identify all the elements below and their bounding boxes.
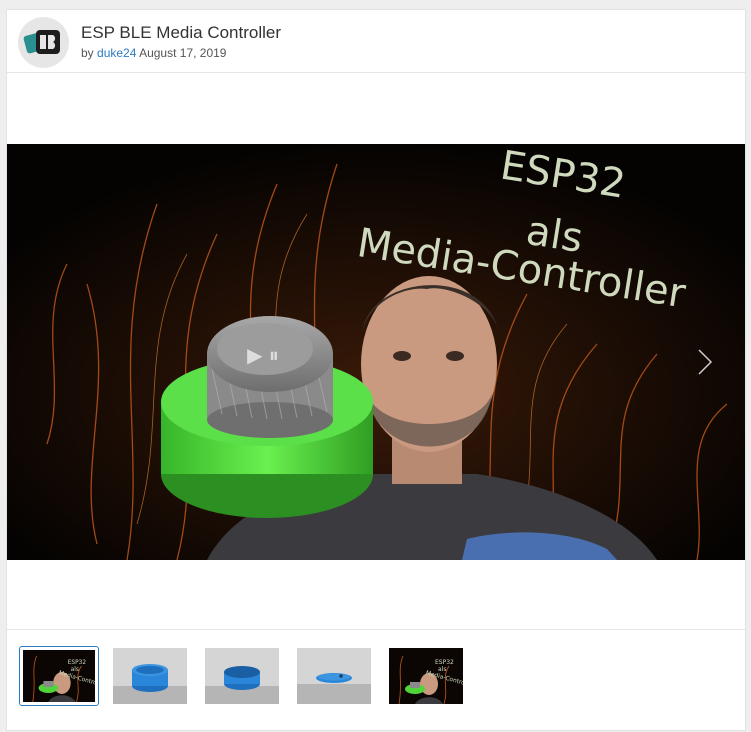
thumbnail-strip: ESP32 als Media-Controller ESP32 als Med… [7, 629, 745, 732]
author-avatar[interactable] [18, 17, 69, 68]
author-link[interactable]: duke24 [97, 46, 136, 60]
publish-date: August 17, 2019 [139, 46, 227, 60]
thumbnail-3[interactable] [205, 648, 279, 704]
thumbnail-image [113, 648, 187, 704]
thumbnail-2[interactable] [113, 648, 187, 704]
card-header: ESP BLE Media Controller by duke24 Augus… [7, 10, 745, 73]
thumbnail-image: ESP32 als Media-Controller [23, 650, 95, 702]
thumbnail-image [297, 648, 371, 704]
button-glyphs: ▶ ⏸ [247, 343, 279, 367]
thumbnail-5[interactable]: ESP32 als Media-Controller [389, 648, 463, 704]
svg-text:ESP32: ESP32 [68, 660, 87, 666]
chevron-right-icon[interactable] [695, 347, 715, 377]
media-viewer: ▶ ⏸ ESP32 als Media-Controller [7, 73, 745, 629]
thumbnail-1[interactable]: ESP32 als Media-Controller [19, 646, 99, 706]
thumbnail-image: ESP32 als Media-Controller [389, 648, 463, 704]
logo-icon [23, 30, 60, 54]
project-title: ESP BLE Media Controller [81, 23, 282, 42]
project-meta: by duke24 August 17, 2019 [81, 46, 226, 60]
slide-artwork: ▶ ⏸ ESP32 als Media-Controller [7, 144, 745, 560]
svg-text:als: als [71, 667, 79, 673]
by-label: by [81, 46, 94, 60]
thumbnail-4[interactable] [297, 648, 371, 704]
svg-text:ESP32: ESP32 [435, 659, 454, 666]
project-card: ESP BLE Media Controller by duke24 Augus… [6, 9, 746, 731]
thumbnail-image [205, 648, 279, 704]
main-slide-image[interactable]: ▶ ⏸ ESP32 als Media-Controller [7, 144, 745, 560]
